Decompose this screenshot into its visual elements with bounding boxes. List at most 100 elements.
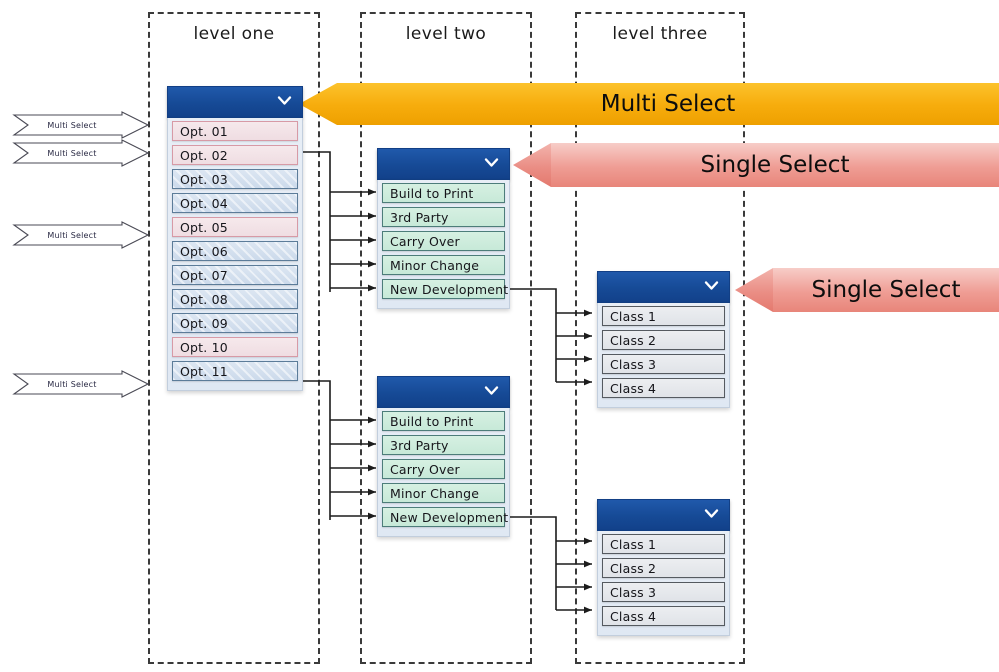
banner-single-select-2-label: Single Select xyxy=(811,277,961,303)
mini-multi-select-2: Multi Select xyxy=(12,139,150,167)
option-label: Minor Change xyxy=(390,257,480,273)
option-label: Opt. 04 xyxy=(180,195,228,211)
mini-multi-select-2-label: Multi Select xyxy=(47,148,97,158)
mini-multi-select-1: Multi Select xyxy=(12,111,150,139)
level-two-dropdown-1[interactable]: Build to Print 3rd Party Carry Over Mino… xyxy=(377,148,510,309)
banner-single-select-1: Single Select xyxy=(513,143,999,187)
list-item[interactable]: Opt. 03 xyxy=(172,169,298,189)
option-label: Class 3 xyxy=(610,584,657,600)
mini-multi-select-1-label: Multi Select xyxy=(47,120,97,130)
list-item[interactable]: Class 1 xyxy=(602,534,725,554)
list-item[interactable]: 3rd Party xyxy=(382,207,505,227)
list-item[interactable]: Opt. 02 xyxy=(172,145,298,165)
level-three-dropdown-2-header[interactable] xyxy=(597,499,730,531)
banner-body: Single Select xyxy=(551,143,999,187)
option-label: Minor Change xyxy=(390,485,480,501)
banner-multi-select-label: Multi Select xyxy=(600,91,736,117)
list-item[interactable]: Class 3 xyxy=(602,354,725,374)
banner-arrow-tip-icon xyxy=(513,143,551,187)
diagram-canvas: level one level two level three Multi Se… xyxy=(0,0,999,672)
option-label: Opt. 10 xyxy=(180,339,228,355)
option-label: Class 4 xyxy=(610,380,657,396)
option-label: Class 4 xyxy=(610,608,657,624)
chevron-down-icon[interactable] xyxy=(703,277,720,294)
list-item[interactable]: Opt. 10 xyxy=(172,337,298,357)
list-item[interactable]: Opt. 08 xyxy=(172,289,298,309)
level-one-title: level one xyxy=(193,24,275,44)
option-label: Class 1 xyxy=(610,536,657,552)
list-item[interactable]: Opt. 11 xyxy=(172,361,298,381)
list-item[interactable]: Opt. 04 xyxy=(172,193,298,213)
level-two-dropdown-1-option-list: Build to Print 3rd Party Carry Over Mino… xyxy=(377,180,510,309)
list-item[interactable]: Opt. 09 xyxy=(172,313,298,333)
level-three-dropdown-1-header[interactable] xyxy=(597,271,730,303)
banner-single-select-1-label: Single Select xyxy=(700,152,850,178)
list-item[interactable]: 3rd Party xyxy=(382,435,505,455)
level-two-title: level two xyxy=(405,24,487,44)
chevron-down-icon[interactable] xyxy=(703,505,720,522)
option-label: 3rd Party xyxy=(390,437,449,453)
option-label: Class 3 xyxy=(610,356,657,372)
list-item[interactable]: Class 2 xyxy=(602,330,725,350)
list-item[interactable]: New Development xyxy=(382,507,509,527)
option-label: Carry Over xyxy=(390,461,460,477)
list-item[interactable]: Minor Change xyxy=(382,483,505,503)
list-item[interactable]: Class 2 xyxy=(602,558,725,578)
banner-multi-select: Multi Select xyxy=(299,83,999,125)
option-label: Opt. 01 xyxy=(180,123,228,139)
list-item[interactable]: Class 4 xyxy=(602,378,725,398)
level-one-dropdown-header[interactable] xyxy=(167,86,303,118)
mini-multi-select-4-label: Multi Select xyxy=(47,379,97,389)
level-three-dropdown-1-option-list: Class 1 Class 2 Class 3 Class 4 xyxy=(597,303,730,408)
option-label: Opt. 09 xyxy=(180,315,228,331)
level-two-dropdown-2-header[interactable] xyxy=(377,376,510,408)
option-label: 3rd Party xyxy=(390,209,449,225)
list-item[interactable]: Carry Over xyxy=(382,459,505,479)
level-two-dropdown-2[interactable]: Build to Print 3rd Party Carry Over Mino… xyxy=(377,376,510,537)
banner-body: Single Select xyxy=(773,268,999,312)
mini-multi-select-4: Multi Select xyxy=(12,370,150,398)
option-label: Carry Over xyxy=(390,233,460,249)
banner-single-select-2: Single Select xyxy=(735,268,999,312)
chevron-down-icon[interactable] xyxy=(276,92,293,109)
option-label: New Development xyxy=(390,281,509,297)
option-label: Opt. 02 xyxy=(180,147,228,163)
chevron-down-icon[interactable] xyxy=(483,382,500,399)
list-item[interactable]: Class 4 xyxy=(602,606,725,626)
list-item[interactable]: Opt. 06 xyxy=(172,241,298,261)
list-item[interactable]: Build to Print xyxy=(382,183,505,203)
level-one-dropdown[interactable]: Opt. 01 Opt. 02 Opt. 03 Opt. 04 Opt. 05 … xyxy=(167,86,303,391)
option-label: Opt. 07 xyxy=(180,267,228,283)
banner-arrow-tip-icon xyxy=(299,83,337,125)
list-item[interactable]: Carry Over xyxy=(382,231,505,251)
level-three-title: level three xyxy=(612,24,708,44)
list-item[interactable]: Opt. 07 xyxy=(172,265,298,285)
chevron-down-icon[interactable] xyxy=(483,154,500,171)
option-label: Class 2 xyxy=(610,332,657,348)
list-item[interactable]: Opt. 05 xyxy=(172,217,298,237)
option-label: Opt. 03 xyxy=(180,171,228,187)
option-label: Opt. 11 xyxy=(180,363,228,379)
option-label: Class 1 xyxy=(610,308,657,324)
banner-arrow-tip-icon xyxy=(735,268,773,312)
list-item[interactable]: New Development xyxy=(382,279,509,299)
option-label: Opt. 08 xyxy=(180,291,228,307)
option-label: Opt. 05 xyxy=(180,219,228,235)
list-item[interactable]: Opt. 01 xyxy=(172,121,298,141)
option-label: Opt. 06 xyxy=(180,243,228,259)
option-label: Build to Print xyxy=(390,185,474,201)
level-three-dropdown-1[interactable]: Class 1 Class 2 Class 3 Class 4 xyxy=(597,271,730,408)
list-item[interactable]: Minor Change xyxy=(382,255,505,275)
option-label: Class 2 xyxy=(610,560,657,576)
list-item[interactable]: Class 1 xyxy=(602,306,725,326)
level-one-option-list: Opt. 01 Opt. 02 Opt. 03 Opt. 04 Opt. 05 … xyxy=(167,118,303,391)
option-label: New Development xyxy=(390,509,509,525)
level-two-dropdown-1-header[interactable] xyxy=(377,148,510,180)
level-two-dropdown-2-option-list: Build to Print 3rd Party Carry Over Mino… xyxy=(377,408,510,537)
mini-multi-select-3: Multi Select xyxy=(12,221,150,249)
list-item[interactable]: Class 3 xyxy=(602,582,725,602)
banner-body: Multi Select xyxy=(337,83,999,125)
level-three-dropdown-2[interactable]: Class 1 Class 2 Class 3 Class 4 xyxy=(597,499,730,636)
mini-multi-select-3-label: Multi Select xyxy=(47,230,97,240)
list-item[interactable]: Build to Print xyxy=(382,411,505,431)
